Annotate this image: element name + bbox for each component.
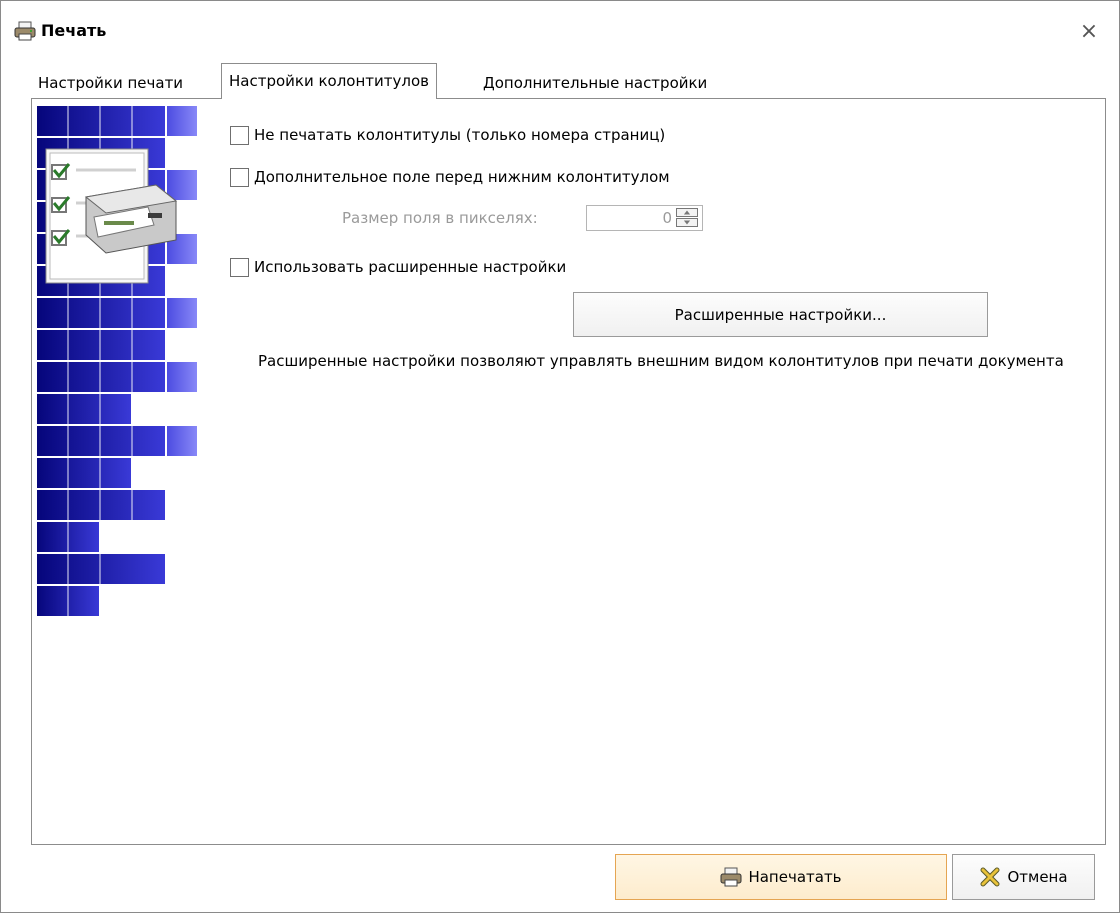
extra-field-option[interactable]: Дополнительное поле перед нижним колонти…	[230, 166, 670, 188]
no-headers-label: Не печатать колонтитулы (только номера с…	[254, 126, 666, 144]
field-size-value: 0	[662, 209, 672, 227]
extra-field-label: Дополнительное поле перед нижним колонти…	[254, 168, 670, 186]
tab-strip: Настройки печати Настройки колонтитулов …	[31, 63, 1106, 99]
print-dialog: Печать × Настройки печати Настройки коло…	[0, 0, 1120, 913]
use-advanced-label: Использовать расширенные настройки	[254, 258, 567, 276]
printer-banner-image	[36, 105, 199, 618]
cancel-icon	[980, 867, 1000, 887]
tab-header-footer-settings[interactable]: Настройки колонтитулов	[221, 63, 437, 99]
printer-icon	[720, 867, 742, 887]
spin-up-icon[interactable]	[676, 208, 698, 217]
title-bar: Печать ×	[1, 1, 1119, 63]
spin-buttons	[676, 208, 700, 228]
print-button[interactable]: Напечатать	[615, 854, 947, 900]
print-button-label: Напечатать	[748, 868, 842, 886]
dialog-title: Печать	[41, 21, 107, 40]
spin-down-icon[interactable]	[676, 218, 698, 227]
cancel-button[interactable]: Отмена	[952, 854, 1095, 900]
tab-print-settings[interactable]: Настройки печати	[31, 69, 190, 97]
extra-field-checkbox[interactable]	[230, 167, 249, 187]
no-headers-option[interactable]: Не печатать колонтитулы (только номера с…	[230, 124, 665, 146]
advanced-description: Расширенные настройки позволяют управлят…	[258, 352, 1064, 370]
close-icon[interactable]: ×	[1074, 16, 1104, 46]
tab-panel: Не печатать колонтитулы (только номера с…	[31, 98, 1106, 845]
printer-icon	[14, 21, 36, 41]
use-advanced-checkbox[interactable]	[230, 257, 249, 277]
field-size-spinner[interactable]: 0	[586, 205, 703, 231]
tab-additional-settings[interactable]: Дополнительные настройки	[476, 69, 714, 97]
cancel-button-label: Отмена	[1007, 868, 1068, 886]
advanced-settings-button[interactable]: Расширенные настройки...	[573, 292, 988, 337]
use-advanced-option[interactable]: Использовать расширенные настройки	[230, 256, 566, 278]
field-size-label: Размер поля в пикселях:	[342, 209, 538, 227]
no-headers-checkbox[interactable]	[230, 125, 249, 145]
